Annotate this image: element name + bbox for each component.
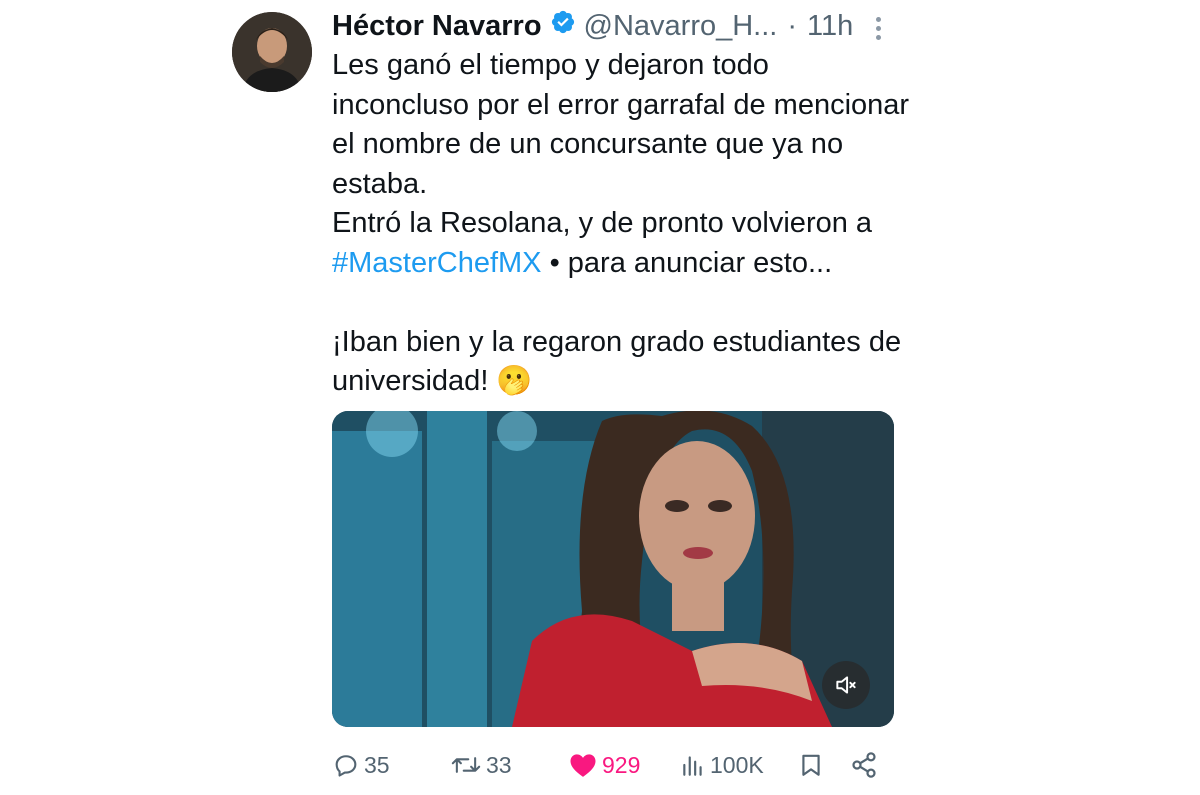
tweet-actions-bar: 35 33 929 100K xyxy=(332,745,892,785)
tweet-text-paragraph-1: Les ganó el tiempo y dejaron todo inconc… xyxy=(332,49,910,200)
tweet-text-line2-prefix: Entró la Resolana, y de pronto volvieron… xyxy=(332,207,873,239)
verified-badge-icon xyxy=(550,8,576,44)
author-avatar[interactable] xyxy=(232,12,312,92)
retweet-button[interactable]: 33 xyxy=(450,745,512,785)
speaker-muted-icon xyxy=(836,676,856,694)
author-handle[interactable]: @Navarro_H... xyxy=(584,8,778,44)
tweet-header: Héctor Navarro @Navarro_H... · 11h xyxy=(332,8,853,44)
views-button[interactable]: 100K xyxy=(680,745,764,785)
mute-toggle-button[interactable] xyxy=(822,661,870,709)
hashtag-link[interactable]: #MasterChefMX xyxy=(332,247,542,279)
like-button[interactable]: 929 xyxy=(568,745,640,785)
tweet-text-paragraph-2: Entró la Resolana, y de pronto volvieron… xyxy=(332,204,912,283)
tweet-text: Les ganó el tiempo y dejaron todo inconc… xyxy=(332,46,912,402)
retweet-count: 33 xyxy=(486,751,512,778)
reply-icon xyxy=(335,755,357,777)
tweet-timestamp[interactable]: 11h xyxy=(807,8,853,44)
retweet-icon xyxy=(451,757,481,773)
reply-button[interactable]: 35 xyxy=(332,745,390,785)
views-count: 100K xyxy=(710,751,764,778)
reply-count: 35 xyxy=(364,751,390,778)
video-frame xyxy=(332,411,894,727)
bookmark-button[interactable] xyxy=(798,745,824,785)
bookmark-icon xyxy=(802,754,820,776)
views-chart-icon xyxy=(683,756,702,776)
tweet-video[interactable] xyxy=(332,411,894,727)
tweet-text-paragraph-3: ¡Iban bien y la regaron grado estudiante… xyxy=(332,325,902,398)
share-button[interactable] xyxy=(850,745,878,785)
like-count: 929 xyxy=(602,751,641,778)
heart-filled-icon xyxy=(570,754,596,777)
author-name[interactable]: Héctor Navarro xyxy=(332,8,542,44)
separator-dot: · xyxy=(787,10,798,42)
avatar-portrait xyxy=(232,12,312,92)
tweet-text-line2-suffix: • para anunciar esto... xyxy=(541,246,833,279)
share-icon xyxy=(852,752,876,778)
more-options-icon[interactable] xyxy=(866,12,890,44)
